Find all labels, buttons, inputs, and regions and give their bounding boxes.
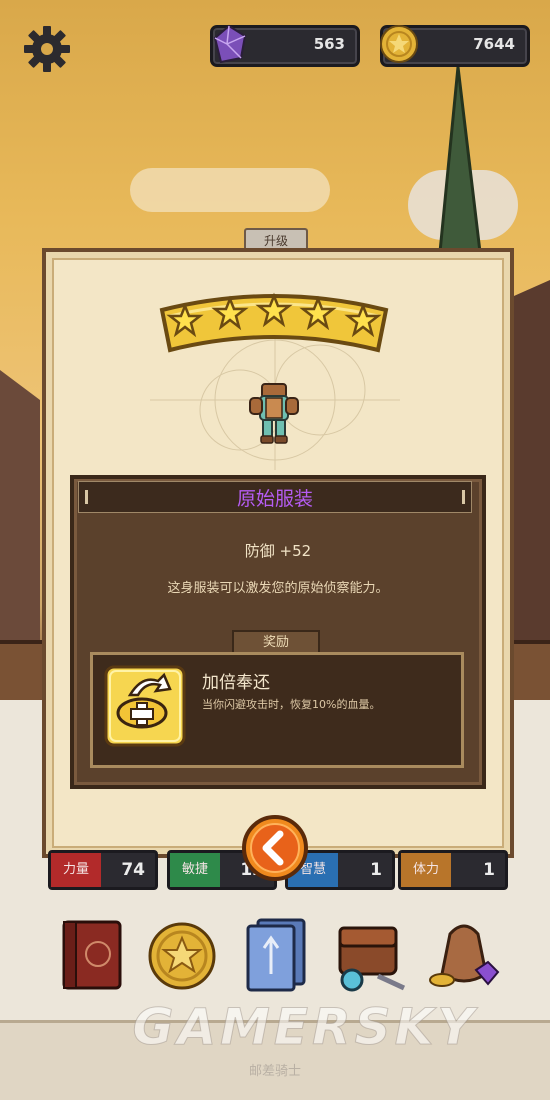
star-rating: [159, 292, 389, 353]
cards-icon[interactable]: [240, 914, 316, 994]
item-name: 原始服装: [236, 488, 313, 510]
stat-label: 体力: [401, 853, 451, 887]
gem-counter[interactable]: 563: [210, 24, 360, 67]
watermark-subtext: 邮差骑士: [248, 1064, 301, 1079]
reward-skill-description: 当你闪避攻击时，恢复10%的血量。: [202, 698, 381, 711]
stat-label: 力量: [51, 853, 101, 887]
stat-stamina: 体力 1: [398, 850, 508, 890]
stat-label: 敏捷: [170, 853, 220, 887]
item-title-bar: 原始服装: [78, 481, 472, 513]
character-outfit-preview: [249, 383, 299, 444]
coin-counter[interactable]: 7644: [380, 25, 530, 67]
stat-strength: 力量 74: [48, 850, 158, 890]
title-pin-right: [462, 490, 465, 504]
reward-skill-name: 加倍奉还: [202, 673, 270, 693]
gem-count: 563: [313, 35, 345, 53]
spire-decoration: [438, 66, 482, 254]
backpack-icon[interactable]: [334, 914, 410, 994]
item-description: 这身服装可以激发您的原始侦察能力。: [167, 581, 389, 596]
treasure-bag-icon[interactable]: [426, 914, 502, 994]
back-button[interactable]: [241, 814, 309, 882]
stat-value: 74: [121, 860, 145, 880]
gold-coin-icon: [380, 25, 418, 63]
watermark: GAMERSKY: [132, 998, 478, 1057]
coin-count: 7644: [473, 35, 515, 53]
stat-value: 1: [483, 860, 495, 880]
spellbook-icon[interactable]: [56, 914, 132, 994]
dodge-heal-icon: [104, 665, 186, 747]
cloud-decoration: [130, 168, 330, 212]
purple-gem-icon: [213, 24, 247, 64]
defense-stat: 防御 +52: [244, 542, 312, 560]
star-coin-icon[interactable]: [144, 914, 220, 994]
gear-icon[interactable]: [22, 24, 72, 74]
stat-value: 1: [370, 860, 382, 880]
reward-tab: 奖励: [232, 630, 320, 654]
game-screen: 563 7644 升级 原始服装 防御 +52 这身服装可以激发您的原始侦察能力…: [0, 0, 550, 1100]
